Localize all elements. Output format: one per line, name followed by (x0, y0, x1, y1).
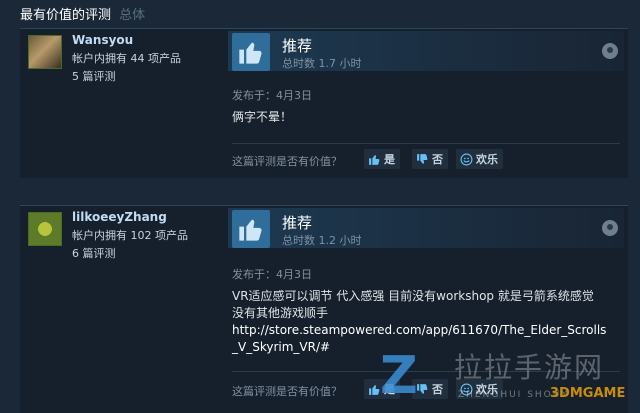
watermark-brand: 3DMGAME (550, 386, 626, 401)
author-name[interactable]: Wansyou (72, 33, 133, 47)
review-count[interactable]: 6 篇评测 (72, 245, 116, 261)
products-owned[interactable]: 帐户内拥有 44 项产品 (72, 50, 181, 66)
review-count[interactable]: 5 篇评测 (72, 68, 116, 84)
helpful-prompt: 这篇评测是否有价值？ (232, 155, 342, 168)
hours-played: 总时数 1.7 小时 (282, 57, 362, 70)
author-name[interactable]: lilkoeeyZhang (72, 210, 167, 224)
review-line: VR适应感可以调节 代入感强 目前没有workshop 就是弓箭系统感觉 (232, 289, 594, 303)
review-body: 俩字不晕！ (232, 109, 292, 126)
watermark-chinese: 拉拉手游网 (454, 351, 605, 384)
steam-icon (602, 220, 618, 236)
review-card: Wansyou 帐户内拥有 44 项产品 5 篇评测 推荐 总时数 1.7 小时… (20, 28, 628, 178)
recommendation-box[interactable]: 推荐 总时数 1.2 小时 (228, 208, 624, 248)
avatar[interactable] (28, 35, 62, 69)
watermark-logo: Z (380, 346, 418, 406)
section-header: 最有价值的评测 总体 (20, 4, 145, 24)
smiley-icon (460, 153, 473, 165)
avatar[interactable] (28, 212, 62, 246)
section-title: 最有价值的评测 (20, 8, 112, 23)
thumbs-up-icon (232, 210, 270, 248)
watermark: Z 拉拉手游网 ZHENGHUI SHOUY 3DMGAME (380, 346, 640, 413)
posted-date: 发布于：4月3日 (232, 89, 312, 102)
vote-no-button[interactable]: 否 (412, 149, 448, 169)
store-link[interactable]: http://store.steampowered.com/app/611670… (232, 322, 606, 339)
vote-yes-label: 是 (384, 153, 395, 166)
products-owned[interactable]: 帐户内拥有 102 项产品 (72, 227, 188, 243)
divider (232, 143, 620, 144)
thumbs-down-icon (417, 153, 428, 164)
posted-date: 发布于：4月3日 (232, 268, 312, 281)
helpful-prompt: 这篇评测是否有价值？ (232, 385, 342, 398)
review-line: 没有其他游戏顺手 (232, 306, 329, 320)
vote-no-label: 否 (432, 153, 443, 166)
recommendation-label: 推荐 (282, 214, 313, 232)
recommendation-box[interactable]: 推荐 总时数 1.7 小时 (228, 31, 624, 71)
thumbs-up-icon (232, 33, 270, 71)
vote-funny-button[interactable]: 欢乐 (456, 149, 503, 169)
section-subtitle: 总体 (119, 8, 146, 23)
review-line: 俩字不晕！ (232, 110, 293, 124)
steam-icon (602, 43, 618, 59)
thumbs-up-icon (369, 154, 380, 165)
vote-yes-button[interactable]: 是 (364, 149, 400, 169)
vote-funny-label: 欢乐 (476, 153, 498, 166)
hours-played: 总时数 1.2 小时 (282, 234, 362, 247)
recommendation-label: 推荐 (282, 37, 313, 55)
